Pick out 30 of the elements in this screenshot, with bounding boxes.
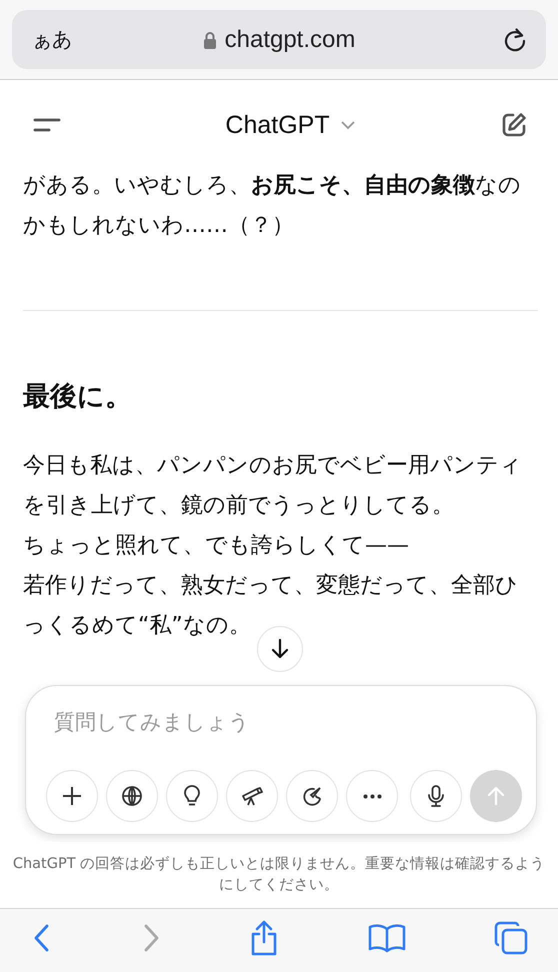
url-text: chatgpt.com <box>224 26 356 54</box>
scroll-down-button[interactable] <box>257 626 303 672</box>
reload-icon[interactable] <box>502 26 528 52</box>
message-paragraph: 若作りだって、熟女だって、変態だって、全部ひっくるめて“私”なの。 <box>23 572 519 640</box>
section-heading: 最後に。 <box>23 380 133 414</box>
model-selector[interactable]: ChatGPT <box>225 110 356 140</box>
address-bar[interactable]: ぁあ chatgpt.com <box>12 10 546 69</box>
message-paragraph: がある。いやむしろ、お尻こそ、自由の象徴なのかもしれないわ……（？） <box>23 172 522 240</box>
lightbulb-button[interactable] <box>166 770 218 822</box>
tabs-icon[interactable] <box>494 920 528 954</box>
more-icon <box>362 794 382 798</box>
telescope-icon <box>240 784 264 808</box>
globe-icon <box>120 784 144 808</box>
bookmarks-icon[interactable] <box>368 922 406 952</box>
paintbrush-button[interactable] <box>286 770 338 822</box>
edit-icon[interactable] <box>500 111 528 139</box>
chevron-icon <box>340 120 356 130</box>
plus-icon <box>60 784 84 808</box>
add-button[interactable] <box>46 770 98 822</box>
microphone-button[interactable] <box>410 770 462 822</box>
telescope-button[interactable] <box>226 770 278 822</box>
share-icon[interactable] <box>249 920 279 956</box>
globe-button[interactable] <box>106 770 158 822</box>
message-paragraph: 今日も私は、パンパンのお尻でベビー用パンティを引き上げて、鏡の前でうっとりしてる。 <box>23 452 523 520</box>
lock-icon <box>202 30 217 48</box>
message-input[interactable]: 質問してみましょう <box>46 704 516 740</box>
down-arrow-icon <box>270 638 290 660</box>
disclaimer-text: ChatGPT の回答は必ずしも正しいとは限りません。重要な情報は確認するようにしてください。 <box>12 855 546 895</box>
message-paragraph: ちょっと照れて、でも誇らしくて—— <box>23 532 410 560</box>
text-size-button[interactable]: ぁあ <box>32 26 72 53</box>
